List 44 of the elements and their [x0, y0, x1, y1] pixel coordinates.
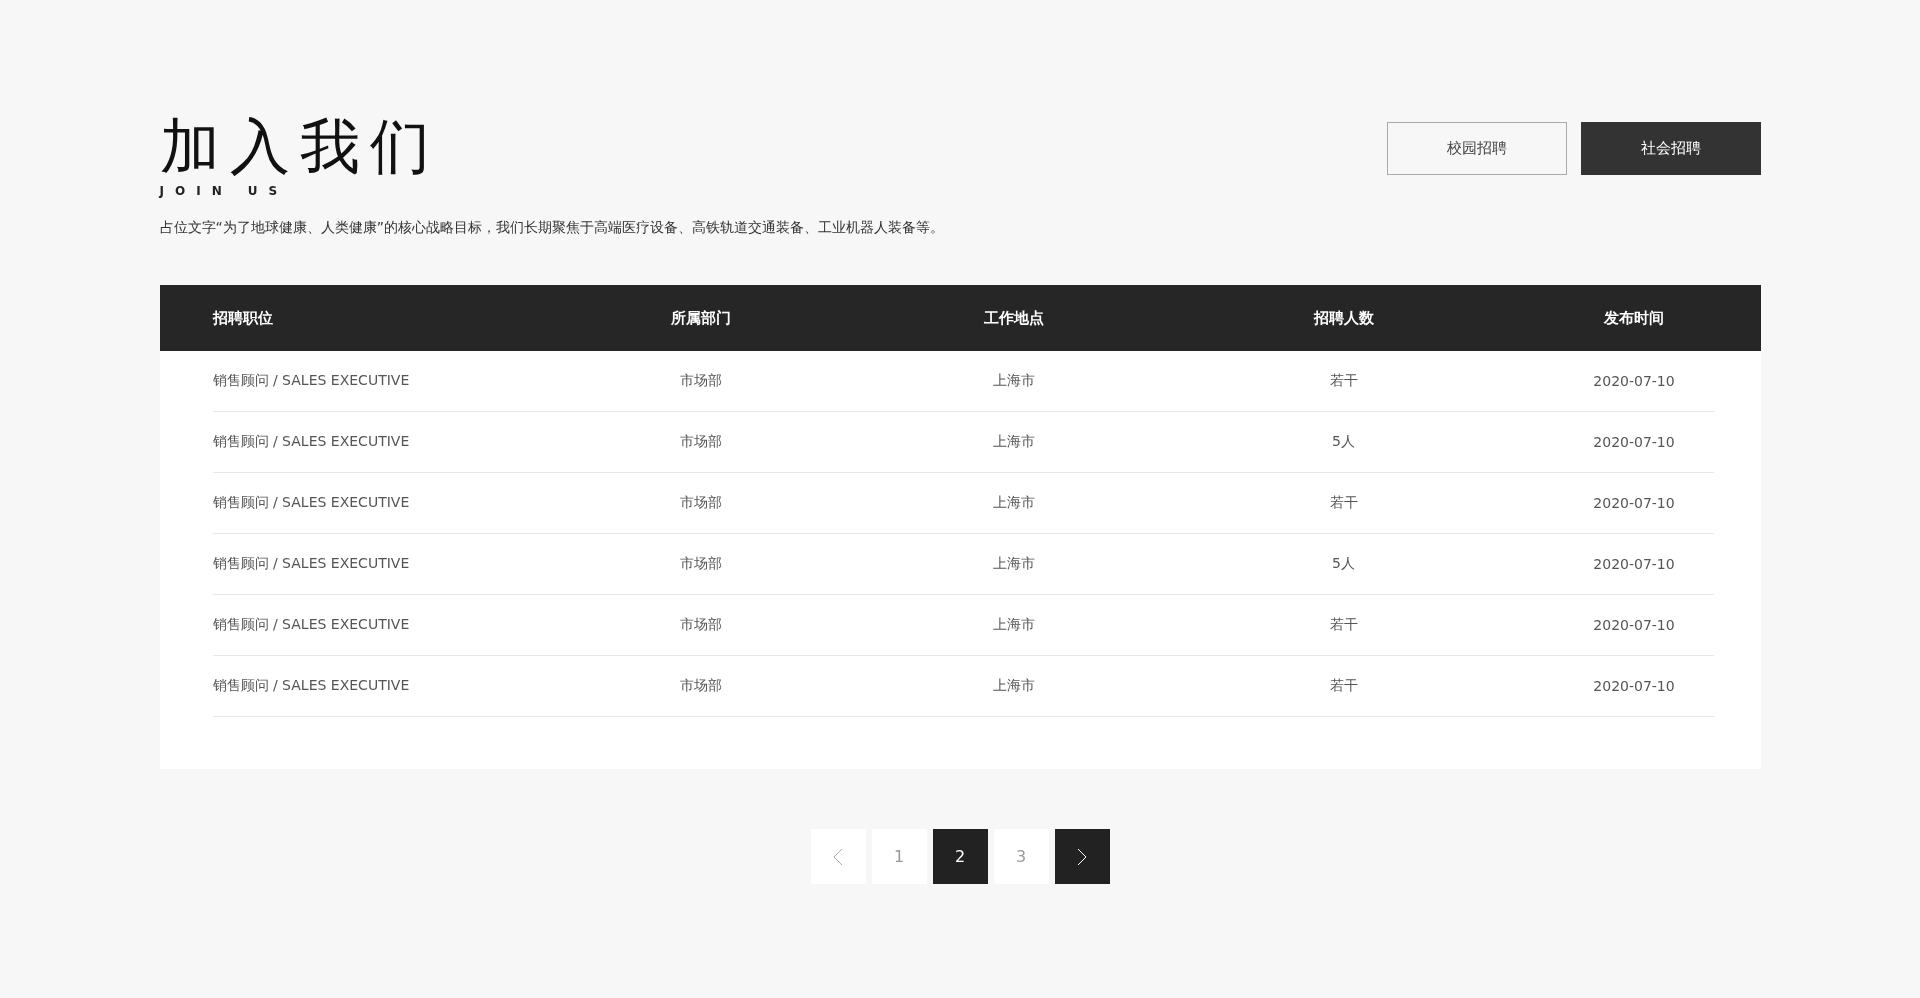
table-cell-text: 5人 [1331, 433, 1356, 451]
next-page-button[interactable] [1054, 829, 1110, 884]
table-cell-text: 市场部 [678, 677, 723, 695]
page-title: 加入我们 [159, 112, 440, 180]
table-cell-text: 市场部 [678, 372, 723, 390]
page-number-button[interactable]: 2 [932, 829, 988, 884]
table-cell-text: 销售顾问 / SALES EXECUTIVE [212, 433, 411, 451]
table-cell-text: 若干 [1328, 372, 1359, 390]
table-cell-text: 销售顾问 / SALES EXECUTIVE [212, 616, 411, 634]
column-header: 发布时间 [1603, 308, 1665, 328]
table-cell-text: 2020-07-10 [1592, 434, 1676, 450]
table-cell-text: 2020-07-10 [1592, 495, 1676, 511]
table-cell-text: 上海市 [991, 677, 1036, 695]
table-cell-text: 销售顾问 / SALES EXECUTIVE [212, 677, 411, 695]
column-header: 所属部门 [669, 308, 732, 328]
column-header: 招聘职位 [212, 308, 274, 328]
table-cell-text: 市场部 [678, 616, 723, 634]
table-cell-text: 2020-07-10 [1592, 617, 1676, 633]
column-header: 招聘人数 [1312, 308, 1375, 328]
table-cell-text: 上海市 [991, 616, 1036, 634]
recruitment-tab[interactable]: 社会招聘 [1580, 122, 1761, 175]
table-cell-text: 上海市 [991, 555, 1036, 573]
table-cell-text: 市场部 [678, 555, 723, 573]
table-cell-text: 若干 [1328, 616, 1359, 634]
table-cell-text: 销售顾问 / SALES EXECUTIVE [212, 494, 411, 512]
table-cell-text: 销售顾问 / SALES EXECUTIVE [212, 372, 411, 390]
table-cell-text: 若干 [1328, 677, 1359, 695]
column-header: 工作地点 [982, 308, 1045, 328]
intro-text: 占位文字“为了地球健康、人类健康”的核心战略目标，我们长期聚焦于高端医疗设备、高铁轨道交通装备、工业机器人装备等。 [159, 219, 945, 237]
table-cell-text: 2020-07-10 [1592, 678, 1676, 694]
table-cell-text: 上海市 [991, 372, 1036, 390]
table-cell-text: 市场部 [678, 494, 723, 512]
table-cell-text: 5人 [1331, 555, 1356, 573]
table-cell-text: 2020-07-10 [1592, 373, 1676, 389]
chevron-left-icon [833, 847, 843, 866]
chevron-right-icon [1077, 847, 1087, 866]
table-cell-text: 市场部 [678, 433, 723, 451]
table-cell-text: 上海市 [991, 433, 1036, 451]
table-cell-text: 若干 [1328, 494, 1359, 512]
table-cell-text: 2020-07-10 [1592, 556, 1676, 572]
page-subtitle: JOIN US [159, 184, 289, 198]
table-cell-text: 销售顾问 / SALES EXECUTIVE [212, 555, 411, 573]
table-cell-text: 上海市 [991, 494, 1036, 512]
recruitment-tab[interactable]: 校园招聘 [1386, 122, 1567, 175]
